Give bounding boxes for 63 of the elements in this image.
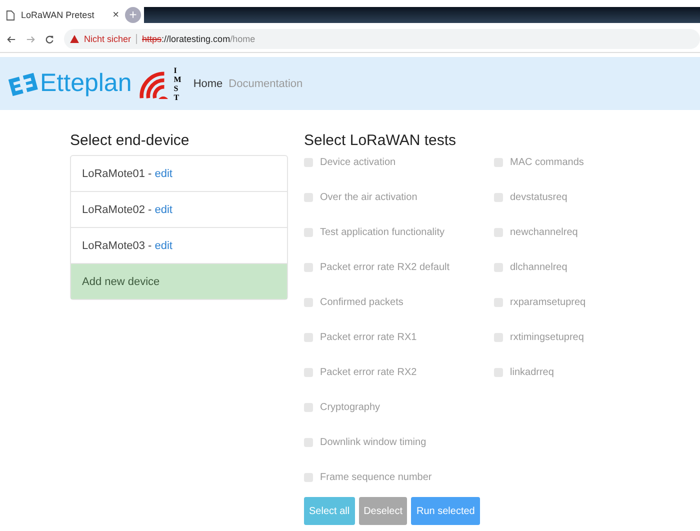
checkbox[interactable] [494,193,503,202]
checkbox[interactable] [304,473,313,482]
tab-title: LoRaWAN Pretest [21,10,96,20]
test-label: Device activation [320,157,396,168]
page-icon [6,10,15,20]
device-name: LoRaMote02 - [82,204,152,216]
add-device-item[interactable]: Add new device [71,264,287,299]
security-label: Nicht sicher [84,34,138,44]
checkbox[interactable] [304,263,313,272]
checkbox[interactable] [304,333,313,342]
device-item[interactable]: LoRaMote02 - edit [71,192,287,228]
brand-name: Etteplan [40,69,132,98]
warning-icon [70,35,79,43]
test-label: Cryptography [320,402,380,413]
section-title: Select LoRaWAN tests [304,132,457,149]
checkbox[interactable] [304,228,313,237]
logo-letter: I [174,66,178,74]
logo-letter: T [174,92,180,102]
device-item[interactable]: LoRaMote01 - edit [71,156,287,192]
checkbox[interactable] [304,368,313,377]
device-name: LoRaMote01 - [82,168,152,180]
address-bar[interactable]: Nicht sicher https://loratesting.com/home [64,29,700,49]
nav-link[interactable]: Home [193,78,223,90]
device-name: LoRaMote03 - [82,240,152,252]
checkbox[interactable] [304,403,313,412]
test-label: rxparamsetupreq [510,297,586,308]
edit-link[interactable]: edit [154,240,172,252]
section-title: Select end-device [70,132,190,149]
back-icon[interactable] [7,34,16,44]
test-label: newchannelreq [510,227,578,238]
checkbox[interactable] [494,263,503,272]
reload-icon[interactable] [45,34,54,44]
test-label: Packet error rate RX2 [320,367,417,378]
test-label: linkadrreq [510,367,554,378]
test-label: Downlink window timing [320,437,426,448]
checkbox[interactable] [304,193,313,202]
test-label: MAC commands [510,157,584,168]
checkbox[interactable] [494,228,503,237]
test-label: Over the air activation [320,192,418,203]
browser-tab[interactable]: LoRaWAN Pretest × [0,4,125,26]
checkbox[interactable] [494,368,503,377]
forward-icon[interactable] [26,34,35,44]
logo-letter: M [174,74,182,84]
test-label: rxtimingsetupreq [510,332,584,343]
checkbox[interactable] [494,158,503,167]
logo-letter: S [174,84,180,92]
test-label: dlchannelreq [510,262,568,273]
test-label: Confirmed packets [320,297,404,308]
checkbox[interactable] [304,438,313,447]
checkbox[interactable] [304,298,313,307]
test-label: Packet error rate RX1 [320,332,417,343]
logo-mark-icon [8,72,38,96]
checkbox[interactable] [494,333,503,342]
checkbox[interactable] [494,298,503,307]
test-label: Test application functionality [320,227,445,238]
edit-link[interactable]: edit [154,168,172,180]
close-icon[interactable]: × [112,9,119,21]
url-text: https://loratesting.com/home [142,34,256,44]
test-label: Packet error rate RX2 default [320,262,450,273]
test-label: Frame sequence number [320,472,432,483]
edit-link[interactable]: edit [154,204,172,216]
checkbox[interactable] [304,158,313,167]
test-label: devstatusreq [510,192,568,203]
